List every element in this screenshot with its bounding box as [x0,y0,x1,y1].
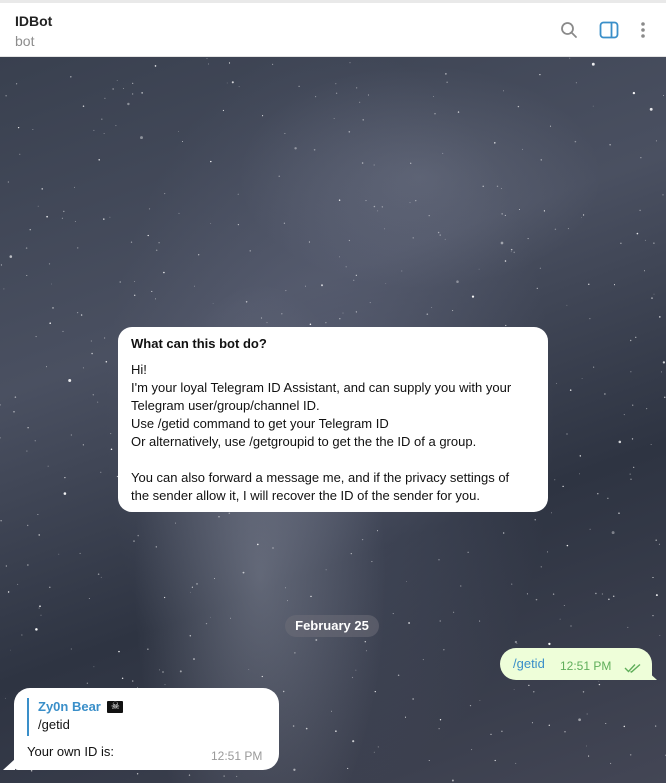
reply-quote-text: /getid [38,717,70,732]
incoming-message-time: 12:51 PM [211,749,263,763]
outgoing-message-tail [645,669,657,680]
sidebar-toggle-icon[interactable] [598,19,620,41]
chat-title[interactable]: IDBot [15,13,52,29]
intro-spacer [131,451,535,469]
intro-line: Use /getid command to get your Telegram … [131,416,389,431]
outgoing-message-time: 12:51 PM [560,659,612,673]
intro-line: I'm your loyal Telegram ID Assistant, an… [131,380,512,395]
outgoing-message-text[interactable]: /getid [513,656,545,671]
chat-subtitle: bot [15,33,35,49]
intro-line: You can also forward a message me, and i… [131,470,510,485]
intro-line: Or alternatively, use /getgroupid to get… [131,434,477,449]
search-icon[interactable] [558,19,580,41]
incoming-message-text: Your own ID is: [27,744,114,759]
incoming-message-tail [3,759,15,770]
date-separator[interactable]: February 25 [285,615,379,637]
intro-line: Hi! [131,362,147,377]
double-check-icon [624,660,642,678]
chat-background: What can this bot do? Hi! I'm your loyal… [0,57,666,783]
intro-line: Telegram user/group/channel ID. [131,398,320,413]
chat-window: IDBot bot What can this bot do? Hi! I'm … [0,0,666,783]
reply-author: Zy0n Bear ☠ [38,698,177,716]
intro-line: the sender allow it, I will recover the … [131,488,481,503]
intro-title: What can this bot do? [131,336,267,351]
more-vertical-icon[interactable] [632,19,654,41]
bot-intro-card: What can this bot do? Hi! I'm your loyal… [118,327,548,512]
incoming-message[interactable]: Zy0n Bear ☠ /getid Your own ID is: 12:51… [14,688,279,770]
reply-author-name: Zy0n Bear [38,699,101,714]
pirate-flag-icon: ☠ [106,701,123,713]
reply-quote[interactable]: Zy0n Bear ☠ /getid [27,698,177,736]
outgoing-message[interactable]: /getid 12:51 PM [500,648,652,680]
chat-header[interactable]: IDBot bot [0,3,666,57]
